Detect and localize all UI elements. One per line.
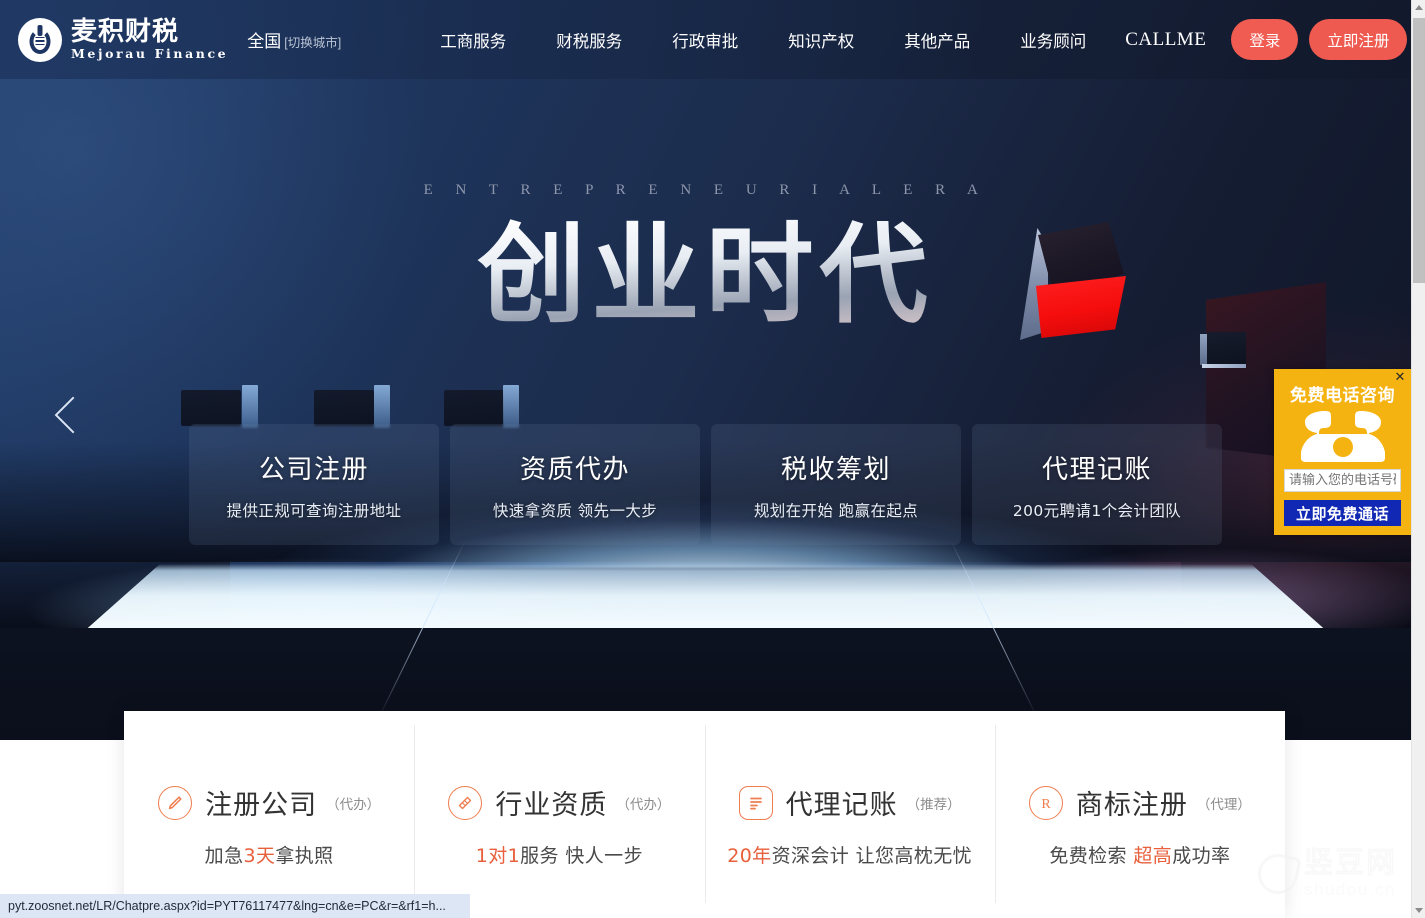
- city-selector[interactable]: 全国 [切换城市]: [247, 27, 341, 52]
- feature-title: 注册公司: [205, 790, 318, 821]
- hero-stage-slab: [85, 564, 1326, 630]
- feature-title: 商标注册: [1075, 790, 1188, 821]
- free-call-widget-title: 免费电话咨询: [1290, 386, 1395, 406]
- certificate-circle-icon: [448, 785, 483, 820]
- site-header: 麦积财税 Mejorau Finance 全国 [切换城市] 工商服务 财税服务…: [0, 0, 1411, 79]
- scroll-up-arrow-icon[interactable]: [1412, 0, 1425, 15]
- browser-status-bar: pyt.zoosnet.net/LR/Chatpre.aspx?id=PYT76…: [0, 894, 470, 918]
- ledger-icon: [738, 785, 773, 820]
- feature-subtitle: 20年资深会计 让您高枕无忧: [727, 841, 972, 868]
- hero-title: 创业时代: [0, 217, 1411, 335]
- scroll-down-arrow-icon[interactable]: [1412, 903, 1425, 918]
- feature-header: 注册公司 （代办）: [158, 783, 380, 822]
- vertical-scrollbar[interactable]: [1411, 0, 1425, 918]
- hero-card-title: 资质代办: [519, 454, 630, 485]
- hero-card-subtitle: 提供正规可查询注册地址: [226, 501, 402, 520]
- nav-item-business-advisor[interactable]: 业务顾问: [995, 28, 1111, 52]
- brand-logo[interactable]: 麦积财税 Mejorau Finance: [18, 17, 228, 62]
- city-current: 全国: [247, 32, 282, 51]
- feature-subtitle-highlight: 3天: [243, 845, 276, 867]
- login-button[interactable]: 登录: [1231, 19, 1299, 60]
- feature-subtitle-prefix: 免费检索: [1049, 845, 1134, 867]
- hero-card-bookkeeping[interactable]: 代理记账 200元聘请1个会计团队: [972, 424, 1222, 545]
- feature-card-bookkeeping[interactable]: 代理记账 （推荐） 20年资深会计 让您高枕无忧: [704, 711, 995, 918]
- hero-card-list: 公司注册 提供正规可查询注册地址 资质代办 快速拿资质 领先一大步 税收筹划 规…: [0, 424, 1411, 545]
- nav-item-other-products[interactable]: 其他产品: [879, 28, 995, 52]
- register-button[interactable]: 立即注册: [1309, 19, 1408, 60]
- nav-item-callme[interactable]: CALLME: [1111, 29, 1220, 51]
- nav-item-administrative-approval[interactable]: 行政审批: [647, 28, 763, 52]
- watermark-text: 竖豆网 shudou.cn: [1303, 845, 1397, 900]
- hero-bg-block: [444, 390, 504, 426]
- telephone-icon: [1274, 408, 1411, 466]
- hero-card-title: 公司注册: [258, 454, 369, 485]
- feature-subtitle-prefix: 加急: [204, 845, 244, 867]
- registered-trademark-icon: R: [1028, 785, 1063, 820]
- main-navigation: 工商服务 财税服务 行政审批 知识产权 其他产品 业务顾问 CALLME: [415, 28, 1220, 52]
- pencil-circle-icon: [158, 785, 193, 820]
- watermark-name-en: shudou.cn: [1303, 880, 1396, 899]
- hero-card-title: 代理记账: [1041, 454, 1152, 485]
- feature-tag: （推荐）: [906, 796, 961, 813]
- city-switch-link[interactable]: [切换城市]: [284, 32, 341, 51]
- status-bar-url: pyt.zoosnet.net/LR/Chatpre.aspx?id=PYT76…: [8, 899, 446, 913]
- watermark-name-cn: 竖豆网: [1303, 845, 1397, 879]
- feature-title: 代理记账: [785, 790, 898, 821]
- feature-tag: （代理）: [1196, 796, 1251, 813]
- hero-bg-block-tab: [503, 385, 519, 428]
- hero-cube-small: [1200, 332, 1246, 370]
- hero-banner: E N T R E P R E N E U R I A L E R A 创业时代…: [0, 0, 1411, 740]
- hero-bg-block-tab: [242, 385, 258, 428]
- nav-item-business-services[interactable]: 工商服务: [415, 28, 531, 52]
- feature-subtitle-suffix: 资深会计 让您高枕无忧: [771, 845, 973, 867]
- feature-subtitle: 加急3天拿执照: [205, 841, 334, 868]
- free-call-widget[interactable]: ✕ 免费电话咨询 立即免费通话: [1274, 369, 1411, 535]
- feature-subtitle-highlight: 1对1: [475, 845, 521, 867]
- nav-item-intellectual-property[interactable]: 知识产权: [763, 28, 879, 52]
- brand-name-en: Mejorau Finance: [71, 45, 229, 61]
- hero-bg-block: [181, 390, 241, 426]
- hero-card-tax-planning[interactable]: 税收筹划 规划在开始 跑赢在起点: [711, 424, 961, 545]
- feature-card-register-company[interactable]: 注册公司 （代办） 加急3天拿执照: [124, 711, 414, 918]
- feature-subtitle: 免费检索 超高成功率: [1049, 841, 1230, 868]
- close-icon[interactable]: ✕: [1393, 370, 1407, 384]
- hero-card-subtitle: 快速拿资质 领先一大步: [492, 501, 658, 520]
- feature-subtitle-suffix: 成功率: [1172, 845, 1231, 867]
- feature-card-trademark-registration[interactable]: R 商标注册 （代理） 免费检索 超高成功率: [994, 711, 1285, 918]
- brand-mark-icon: [18, 17, 62, 62]
- feature-header: 代理记账 （推荐）: [738, 783, 961, 822]
- start-free-call-button[interactable]: 立即免费通话: [1284, 500, 1401, 526]
- hero-card-qualification-agency[interactable]: 资质代办 快速拿资质 领先一大步: [450, 424, 700, 545]
- feature-subtitle-highlight: 超高: [1133, 845, 1173, 867]
- feature-tag: （代办）: [326, 796, 381, 813]
- hero-card-subtitle: 200元聘请1个会计团队: [1012, 501, 1182, 520]
- feature-tag: （代办）: [616, 796, 671, 813]
- hero-card-title: 税收筹划: [780, 454, 891, 485]
- browser-page: E N T R E P R E N E U R I A L E R A 创业时代…: [0, 0, 1425, 918]
- feature-subtitle-suffix: 拿执照: [275, 845, 334, 867]
- feature-subtitle-suffix: 服务 快人一步: [520, 845, 643, 867]
- feature-card-industry-qualification[interactable]: 行业资质 （代办） 1对1服务 快人一步: [414, 711, 704, 918]
- nav-item-finance-tax-services[interactable]: 财税服务: [531, 28, 647, 52]
- hero-bg-block: [314, 390, 374, 426]
- hero-eyebrow: E N T R E P R E N E U R I A L E R A: [423, 182, 988, 198]
- page-viewport: E N T R E P R E N E U R I A L E R A 创业时代…: [0, 0, 1411, 918]
- feature-subtitle-highlight: 20年: [727, 845, 772, 867]
- scrollbar-thumb[interactable]: [1413, 18, 1425, 283]
- hero-bg-block-tab: [374, 385, 390, 428]
- brand-name-cn: 麦积财税: [71, 16, 180, 47]
- svg-text:R: R: [1041, 797, 1051, 812]
- feature-header: 行业资质 （代办）: [448, 783, 670, 822]
- feature-header: R 商标注册 （代理）: [1028, 783, 1251, 822]
- phone-number-input[interactable]: [1284, 469, 1401, 492]
- hero-card-company-registration[interactable]: 公司注册 提供正规可查询注册地址: [189, 424, 439, 545]
- feature-subtitle: 1对1服务 快人一步: [476, 841, 643, 868]
- feature-title: 行业资质: [495, 790, 608, 821]
- feature-panel: 注册公司 （代办） 加急3天拿执照 行业资质 （代办） 1对1服务 快人一步 代…: [124, 711, 1285, 918]
- brand-text: 麦积财税 Mejorau Finance: [71, 19, 228, 61]
- hero-card-subtitle: 规划在开始 跑赢在起点: [753, 501, 919, 520]
